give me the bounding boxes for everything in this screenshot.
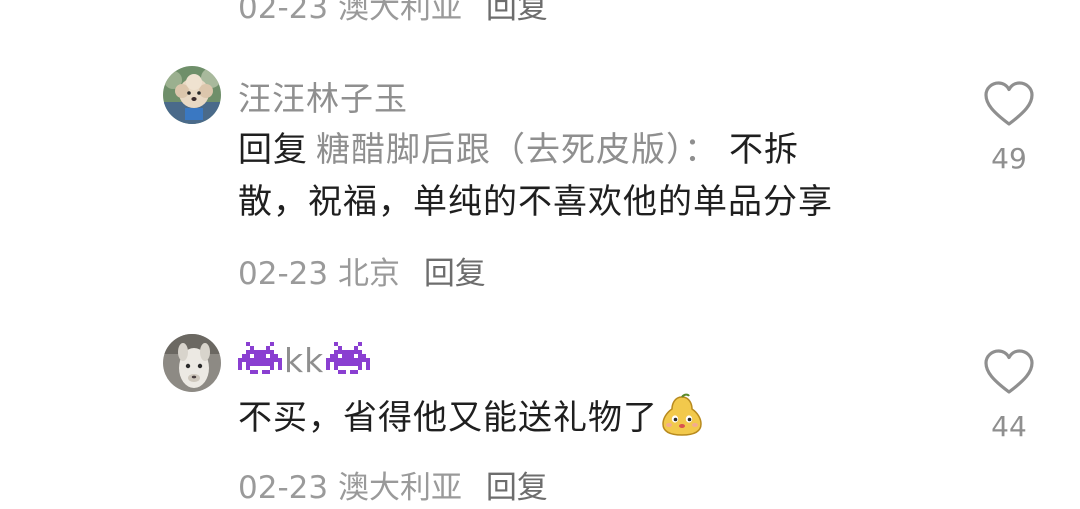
comment-text: 不买，省得他又能送礼物了	[238, 392, 928, 444]
alpaca-avatar-icon	[163, 334, 221, 392]
avatar[interactable]	[163, 334, 221, 392]
previous-comment-reply-button[interactable]: 回复	[486, 0, 548, 26]
poodle-dog-avatar-icon	[163, 66, 221, 124]
reply-to-user[interactable]: 糖醋脚后跟（去死皮版）：	[316, 130, 719, 170]
comment-text-part: 不买，省得他又能送礼物了	[238, 398, 658, 438]
comment-text-line: 散，祝福，单纯的不喜欢他的单品分享	[238, 182, 833, 222]
pear-face-emoji-icon	[662, 393, 702, 436]
comment-text-part: 不拆	[729, 130, 799, 170]
avatar[interactable]	[163, 66, 221, 124]
like-button[interactable]	[983, 348, 1035, 400]
comment-date: 02-23	[238, 470, 329, 506]
previous-comment-meta: 02-23 澳大利亚 回复	[238, 0, 548, 27]
like-count: 44	[991, 410, 1027, 443]
comment-date: 02-23	[238, 256, 329, 292]
username-text: kk	[284, 341, 325, 380]
heart-outline-icon	[984, 349, 1034, 394]
comment-meta: 02-23 澳大利亚 回复	[238, 462, 548, 507]
reply-button[interactable]: 回复	[486, 470, 548, 506]
like-button[interactable]	[983, 80, 1035, 132]
space-invader-icon	[238, 342, 282, 374]
heart-outline-icon	[984, 81, 1034, 126]
comment-username[interactable]: 汪汪林子玉	[238, 72, 408, 120]
comment-text: 回复 糖醋脚后跟（去死皮版）： 不拆 散，祝福，单纯的不喜欢他的单品分享	[238, 124, 928, 228]
comment-location: 北京	[337, 256, 400, 292]
comment-username[interactable]: kk	[238, 340, 371, 380]
previous-comment-date: 02-23	[238, 0, 329, 26]
reply-button[interactable]: 回复	[424, 256, 486, 292]
reply-prefix: 回复	[238, 130, 308, 170]
comment-text-line: 回复 糖醋脚后跟（去死皮版）： 不拆	[238, 124, 928, 176]
space-invader-icon	[326, 342, 371, 374]
comment-location: 澳大利亚	[337, 470, 462, 506]
previous-comment-location: 澳大利亚	[337, 0, 462, 26]
like-count: 49	[991, 142, 1027, 175]
comment-meta: 02-23 北京 回复	[238, 248, 486, 293]
